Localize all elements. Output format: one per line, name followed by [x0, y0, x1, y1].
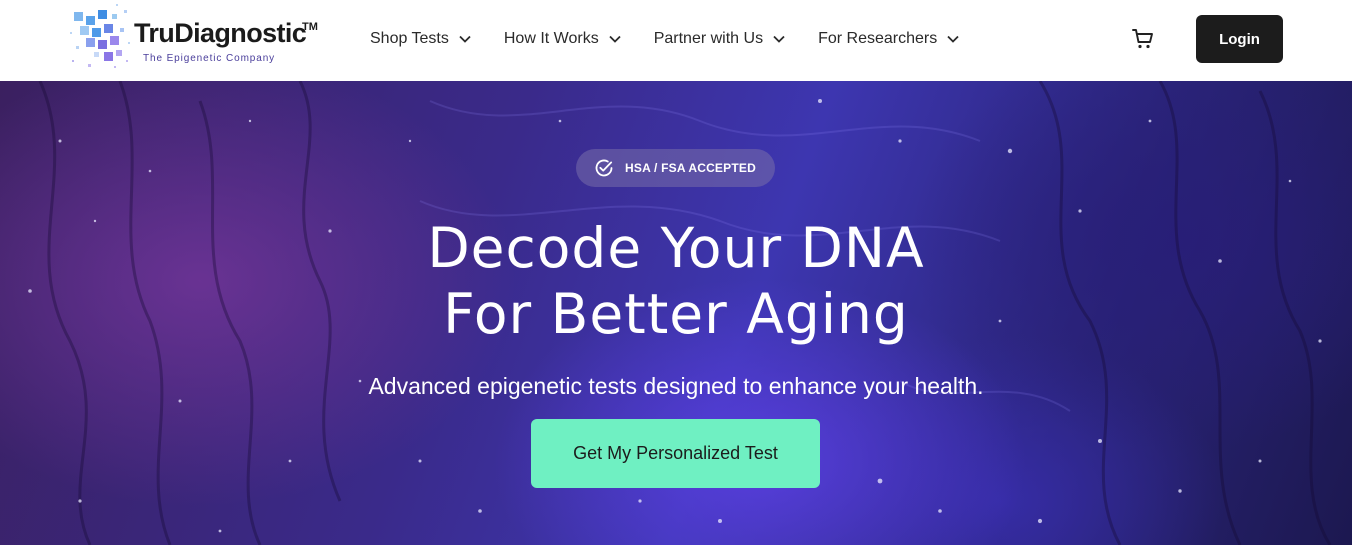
hero-headline: Decode Your DNA For Better Aging [0, 215, 1352, 347]
chevron-down-icon [773, 35, 785, 43]
logo-pixel-mark-icon [70, 4, 130, 68]
nav-item-label: For Researchers [818, 30, 938, 47]
chevron-down-icon [459, 35, 471, 43]
nav-item-label: Shop Tests [370, 30, 449, 47]
main-nav: Shop Tests How It Works Partner with Us … [370, 0, 992, 78]
nav-item-label: Partner with Us [653, 30, 764, 47]
brand-logo[interactable]: TruDiagnostic TM The Epigenetic Company [68, 2, 328, 76]
brand-tagline: The Epigenetic Company [143, 53, 276, 64]
nav-item-shop-tests[interactable]: Shop Tests [370, 30, 471, 48]
hero-section: HSA / FSA ACCEPTED Decode Your DNA For B… [0, 81, 1352, 545]
cart-icon[interactable] [1131, 27, 1155, 51]
nav-item-label: How It Works [503, 30, 599, 47]
hero-subheadline: Advanced epigenetic tests designed to en… [368, 373, 984, 399]
nav-item-partner-with-us[interactable]: Partner with Us [654, 30, 785, 48]
chevron-down-icon [947, 35, 959, 43]
hsa-fsa-badge: HSA / FSA ACCEPTED [576, 149, 775, 187]
chevron-down-icon [609, 35, 621, 43]
headline-line-1: Decode Your DNA [427, 216, 925, 280]
site-header: TruDiagnostic TM The Epigenetic Company … [0, 0, 1352, 81]
headline-line-2: For Better Aging [443, 282, 909, 346]
brand-trademark: TM [302, 21, 318, 33]
check-circle-icon [595, 159, 613, 177]
get-personalized-test-button[interactable]: Get My Personalized Test [531, 419, 820, 488]
login-button[interactable]: Login [1196, 15, 1283, 63]
nav-item-for-researchers[interactable]: For Researchers [818, 30, 959, 48]
brand-name: TruDiagnostic [134, 18, 307, 48]
badge-label: HSA / FSA ACCEPTED [625, 161, 756, 175]
nav-item-how-it-works[interactable]: How It Works [504, 30, 621, 48]
